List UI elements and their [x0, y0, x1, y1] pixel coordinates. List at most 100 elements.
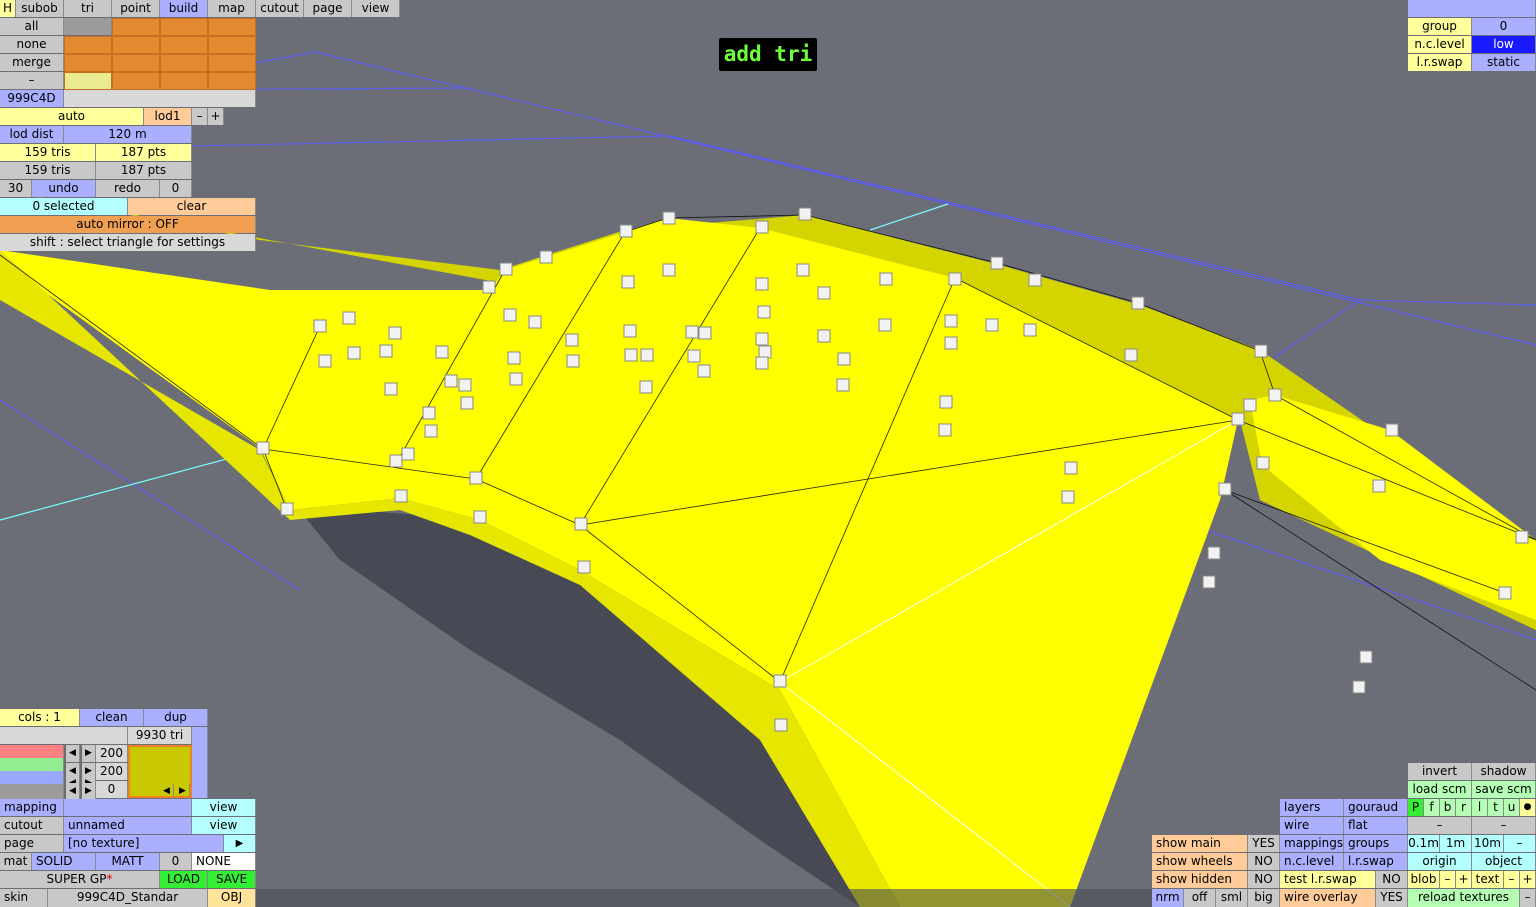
group-cell[interactable]: [112, 18, 160, 36]
skin-value[interactable]: 999C4D_Standar: [48, 889, 208, 907]
undo-button[interactable]: undo: [32, 180, 96, 197]
tab-view[interactable]: view: [352, 0, 400, 17]
group-cell[interactable]: [64, 18, 112, 35]
nclevel-button[interactable]: n.c.level: [1280, 853, 1344, 870]
obj-button[interactable]: OBJ: [208, 889, 256, 907]
group-value[interactable]: 0: [1472, 18, 1536, 35]
scrollbar[interactable]: [192, 727, 208, 798]
lrswap-value[interactable]: static: [1472, 54, 1536, 71]
arrow-right-icon[interactable]: ▶: [176, 783, 190, 800]
page-value[interactable]: [no texture]: [64, 835, 224, 852]
blob-minus-button[interactable]: –: [1440, 871, 1456, 888]
dup-button[interactable]: dup: [144, 709, 208, 726]
wire-overlay-label[interactable]: wire overlay: [1280, 889, 1376, 907]
show-main-value[interactable]: YES: [1248, 835, 1280, 852]
minus-button[interactable]: –: [0, 72, 64, 89]
show-hidden-value[interactable]: NO: [1248, 871, 1280, 888]
red-value[interactable]: 200: [96, 745, 128, 762]
flag-l[interactable]: l: [1472, 799, 1488, 816]
group-cell[interactable]: [64, 36, 112, 54]
color-code[interactable]: 999C4D: [0, 90, 64, 107]
text-minus-button[interactable]: –: [1504, 871, 1520, 888]
group-cell[interactable]: [208, 72, 256, 90]
reload-textures-button[interactable]: reload textures: [1408, 889, 1520, 907]
dash-button[interactable]: –: [1408, 817, 1472, 834]
flag-u[interactable]: u: [1504, 799, 1520, 816]
mapping-value[interactable]: [64, 799, 192, 816]
select-none-button[interactable]: none: [0, 36, 64, 53]
select-all-button[interactable]: all: [0, 18, 64, 35]
tab-cutout[interactable]: cutout: [256, 0, 304, 17]
group-cell[interactable]: [160, 18, 208, 36]
groups-button[interactable]: groups: [1344, 835, 1408, 852]
redo-button[interactable]: redo: [96, 180, 160, 197]
blob-plus-button[interactable]: +: [1456, 871, 1472, 888]
arrow-left-icon[interactable]: ◀: [66, 745, 80, 762]
test-lrswap-label[interactable]: test l.r.swap: [1280, 871, 1376, 888]
mapping-view-button[interactable]: view: [192, 799, 256, 816]
auto-mirror-toggle[interactable]: auto mirror : OFF: [0, 216, 256, 233]
tab-subob[interactable]: subob: [16, 0, 64, 17]
show-wheels-label[interactable]: show wheels: [1152, 853, 1248, 870]
page-next-icon[interactable]: ▶: [224, 835, 256, 852]
sml-button[interactable]: sml: [1216, 889, 1248, 907]
layers-button[interactable]: layers: [1280, 799, 1344, 816]
flat-button[interactable]: flat: [1344, 817, 1408, 834]
3d-viewport[interactable]: [0, 0, 1536, 907]
mappings-button[interactable]: mappings: [1280, 835, 1344, 852]
group-cell[interactable]: [112, 36, 160, 54]
h-button[interactable]: H: [0, 0, 16, 17]
group-cell[interactable]: [112, 72, 160, 90]
lod-dist-value[interactable]: 120 m: [64, 126, 192, 143]
text-plus-button[interactable]: +: [1520, 871, 1536, 888]
mat-matt-button[interactable]: MATT: [96, 853, 160, 870]
wire-button[interactable]: wire: [1280, 817, 1344, 834]
invert-button[interactable]: invert: [1408, 763, 1472, 780]
grid-minus-button[interactable]: –: [1504, 835, 1536, 852]
lod-auto-button[interactable]: auto: [0, 108, 144, 125]
group-cell[interactable]: [64, 72, 112, 90]
group-cell[interactable]: [208, 18, 256, 36]
cutout-view-button[interactable]: view: [192, 817, 256, 834]
blue-value[interactable]: 0: [96, 781, 128, 798]
nclevel-value[interactable]: low: [1472, 36, 1536, 53]
shadow-button[interactable]: shadow: [1472, 763, 1536, 780]
cutout-value[interactable]: unnamed: [64, 817, 192, 834]
wire-overlay-value[interactable]: YES: [1376, 889, 1408, 907]
reload-minus-button[interactable]: –: [1520, 889, 1536, 907]
load-scm-button[interactable]: load scm: [1408, 781, 1472, 798]
mat-number[interactable]: 0: [160, 853, 192, 870]
save-button[interactable]: SAVE: [208, 871, 256, 888]
mat-none[interactable]: NONE: [192, 853, 256, 870]
arrow-right-icon[interactable]: ▶: [82, 783, 96, 800]
grid-1m-button[interactable]: 1m: [1440, 835, 1472, 852]
group-cell[interactable]: [160, 72, 208, 90]
group-cell[interactable]: [208, 54, 256, 72]
nrm-button[interactable]: nrm: [1152, 889, 1184, 907]
off-button[interactable]: off: [1184, 889, 1216, 907]
clear-button[interactable]: clear: [128, 198, 256, 215]
group-cell[interactable]: [64, 54, 112, 72]
group-cell[interactable]: [160, 36, 208, 54]
origin-button[interactable]: origin: [1408, 853, 1472, 870]
mat-solid-button[interactable]: SOLID: [32, 853, 96, 870]
merge-button[interactable]: merge: [0, 54, 64, 71]
flag-r[interactable]: r: [1456, 799, 1472, 816]
green-value[interactable]: 200: [96, 763, 128, 780]
test-lrswap-value[interactable]: NO: [1376, 871, 1408, 888]
flag-p[interactable]: P: [1408, 799, 1424, 816]
save-scm-button[interactable]: save scm: [1472, 781, 1536, 798]
grid-10m-button[interactable]: 10m: [1472, 835, 1504, 852]
flag-b[interactable]: b: [1440, 799, 1456, 816]
tab-map[interactable]: map: [208, 0, 256, 17]
flag-t[interactable]: t: [1488, 799, 1504, 816]
lrswap-button[interactable]: l.r.swap: [1344, 853, 1408, 870]
lod-plus-button[interactable]: +: [208, 108, 224, 125]
dash-button[interactable]: –: [1472, 817, 1536, 834]
show-hidden-label[interactable]: show hidden: [1152, 871, 1248, 888]
tab-tri[interactable]: tri: [64, 0, 112, 17]
arrow-left-icon[interactable]: ◀: [66, 783, 80, 800]
tab-page[interactable]: page: [304, 0, 352, 17]
tab-build[interactable]: build: [160, 0, 208, 17]
arrow-left-icon[interactable]: ◀: [160, 783, 174, 800]
